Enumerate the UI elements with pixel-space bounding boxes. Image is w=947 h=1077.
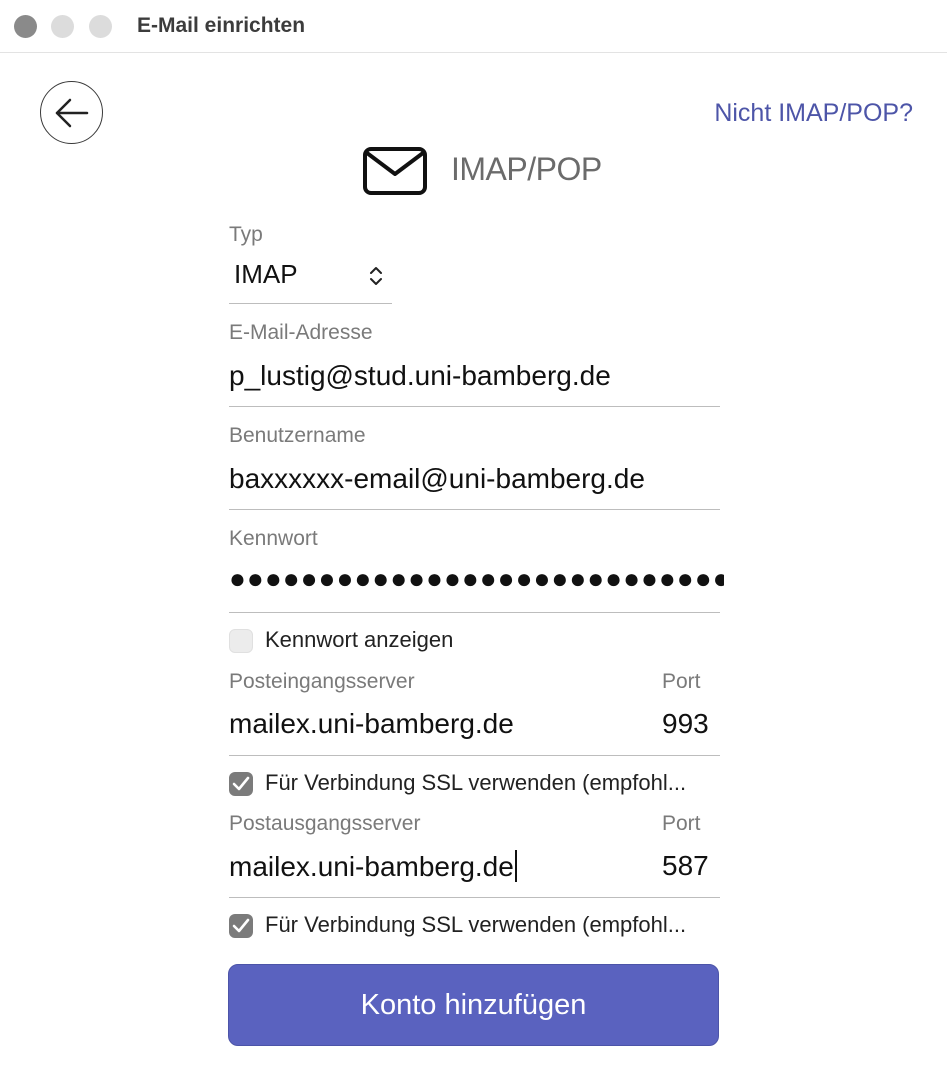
- outgoing-server-value: mailex.uni-bamberg.de: [229, 851, 514, 882]
- type-select[interactable]: IMAP: [229, 256, 392, 296]
- not-imap-pop-link[interactable]: Nicht IMAP/POP?: [714, 99, 913, 128]
- outgoing-server-field[interactable]: mailex.uni-bamberg.de: [229, 850, 517, 883]
- email-field[interactable]: p_lustig@stud.uni-bamberg.de: [229, 360, 611, 392]
- show-password-checkbox[interactable]: [229, 629, 253, 653]
- window-zoom-button[interactable]: [89, 15, 112, 38]
- outgoing-underline: [229, 897, 720, 898]
- username-field[interactable]: baxxxxxx-email@uni-bamberg.de: [229, 463, 645, 495]
- outgoing-port-label: Port: [662, 812, 701, 835]
- incoming-port-field[interactable]: 993: [662, 708, 709, 740]
- checkmark-icon: [232, 918, 250, 933]
- password-underline: [229, 612, 720, 613]
- password-field[interactable]: ●●●●●●●●●●●●●●●●●●●●●●●●●●●●●●●●●●●●: [229, 563, 724, 599]
- incoming-ssl-checkbox[interactable]: [229, 772, 253, 796]
- incoming-ssl-label: Für Verbindung SSL verwenden (empfohl...: [265, 770, 687, 795]
- email-label: E-Mail-Adresse: [229, 321, 373, 344]
- incoming-underline: [229, 755, 720, 756]
- email-underline: [229, 406, 720, 407]
- page-title: IMAP/POP: [451, 151, 602, 187]
- incoming-server-field[interactable]: mailex.uni-bamberg.de: [229, 708, 514, 740]
- add-account-button[interactable]: Konto hinzufügen: [228, 964, 719, 1046]
- chevron-up-down-icon: [370, 267, 382, 285]
- show-password-label: Kennwort anzeigen: [265, 627, 454, 652]
- outgoing-server-label: Postausgangsserver: [229, 812, 421, 835]
- outgoing-ssl-checkbox[interactable]: [229, 914, 253, 938]
- username-label: Benutzername: [229, 424, 366, 447]
- show-password-checkbox-row[interactable]: Kennwort anzeigen: [229, 627, 529, 655]
- setup-window: E-Mail einrichten Nicht IMAP/POP? IMAP/P…: [0, 0, 947, 1077]
- envelope-icon: [363, 147, 427, 195]
- incoming-ssl-checkbox-row[interactable]: Für Verbindung SSL verwenden (empfohl...: [229, 770, 720, 798]
- username-underline: [229, 509, 720, 510]
- arrow-left-icon: [55, 98, 89, 128]
- incoming-port-label: Port: [662, 670, 701, 693]
- type-value: IMAP: [234, 259, 298, 289]
- title-bar: E-Mail einrichten: [0, 0, 947, 53]
- password-label: Kennwort: [229, 527, 318, 550]
- type-label: Typ: [229, 223, 263, 246]
- type-underline: [229, 303, 392, 304]
- window-minimize-button[interactable]: [51, 15, 74, 38]
- back-button[interactable]: [40, 81, 103, 144]
- incoming-server-label: Posteingangsserver: [229, 670, 415, 693]
- outgoing-ssl-checkbox-row[interactable]: Für Verbindung SSL verwenden (empfohl...: [229, 912, 720, 940]
- checkmark-icon: [232, 776, 250, 791]
- window-close-button[interactable]: [14, 15, 37, 38]
- window-title: E-Mail einrichten: [137, 14, 306, 37]
- text-caret: [514, 850, 517, 882]
- outgoing-ssl-label: Für Verbindung SSL verwenden (empfohl...: [265, 912, 687, 937]
- outgoing-port-field[interactable]: 587: [662, 850, 709, 882]
